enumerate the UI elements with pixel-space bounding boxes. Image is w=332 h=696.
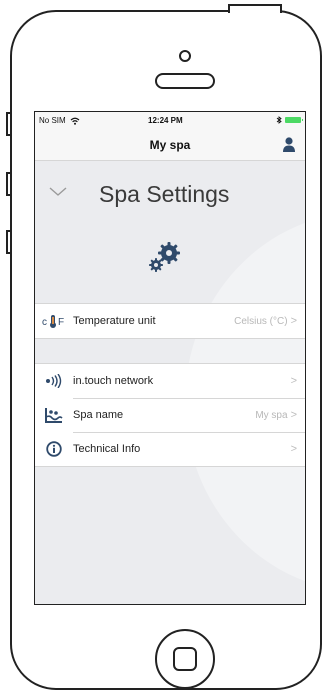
svg-text:c: c [42,317,47,328]
spa-name-row[interactable]: Spa name My spa > [35,398,305,432]
chevron-right-icon: > [290,443,297,455]
chevron-down-icon[interactable] [49,187,67,197]
status-right [276,116,303,124]
spa-name-icon [39,407,69,423]
status-time: 12:24 PM [148,116,183,125]
chevron-right-icon: > [290,315,297,327]
home-button[interactable] [155,629,215,689]
temperature-unit-icon: c F [39,314,69,328]
home-button-inner [173,647,197,671]
volume-down-button [6,230,12,254]
page-title: Spa Settings [99,181,230,207]
header-area: Spa Settings [35,161,305,303]
power-button [228,4,282,13]
spa-name-label: Spa name [73,409,124,421]
front-camera [179,50,191,62]
bluetooth-icon [276,116,282,124]
screen: No SIM 12:24 PM My spa Spa Settings c F … [34,111,306,605]
info-icon [39,441,69,457]
wifi-icon [70,117,80,125]
battery-icon [285,117,303,123]
speaker [155,73,215,89]
settings-section-general: in.touch network > Spa name My spa > Tec… [35,363,305,467]
mute-switch [6,112,12,136]
temperature-unit-label: Temperature unit [73,315,156,327]
gears-icon [149,242,180,272]
temperature-unit-row[interactable]: c F Temperature unit Celsius (°C) > [35,304,305,338]
settings-section-temperature: c F Temperature unit Celsius (°C) > [35,303,305,339]
nav-bar: My spa [35,130,305,161]
user-profile-icon[interactable] [283,137,295,152]
nav-title: My spa [149,138,191,152]
technical-info-row[interactable]: Technical Info > [35,432,305,466]
carrier-label: No SIM [39,116,66,125]
volume-up-button [6,172,12,196]
technical-info-label: Technical Info [73,443,141,455]
temperature-unit-value: Celsius (°C) [234,315,288,327]
chevron-right-icon: > [290,409,297,421]
svg-text:F: F [58,317,64,328]
network-icon [39,374,69,388]
status-bar: No SIM 12:24 PM [35,112,305,130]
status-left: No SIM [39,116,80,125]
network-row[interactable]: in.touch network > [35,364,305,398]
chevron-right-icon: > [290,375,297,387]
spa-name-value: My spa [255,409,288,421]
network-label: in.touch network [73,375,154,387]
